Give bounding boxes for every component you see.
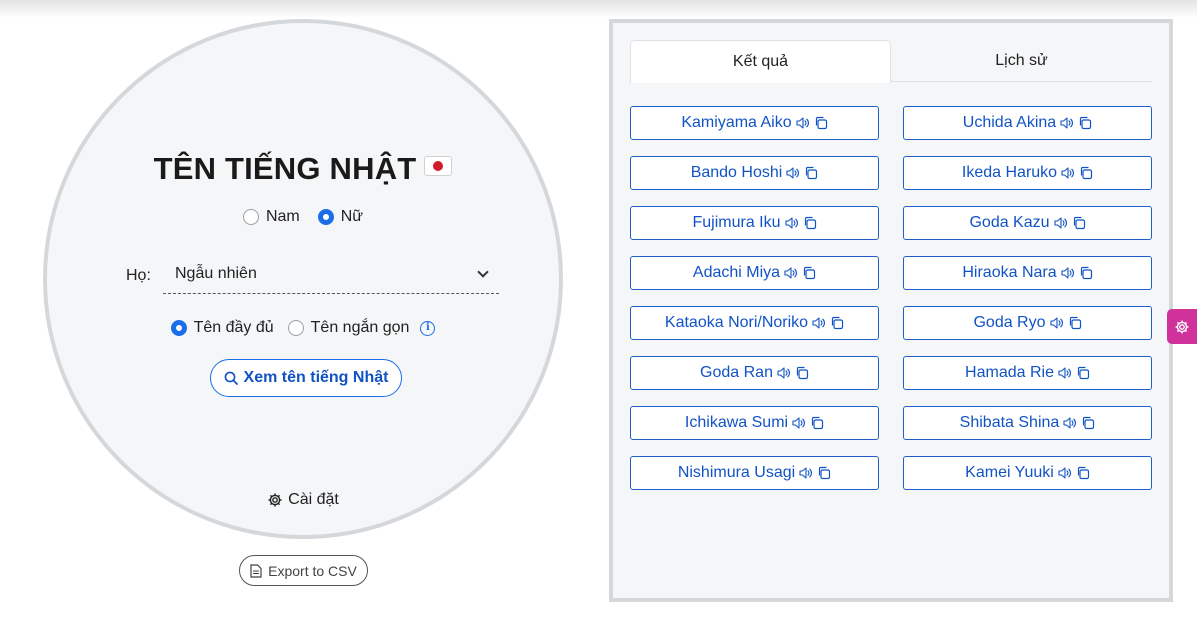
- speaker-icon[interactable]: [1060, 117, 1074, 129]
- copy-icon[interactable]: [1076, 366, 1090, 380]
- page-title: TÊN TIẾNG NHẬT: [47, 151, 559, 187]
- speaker-icon[interactable]: [792, 417, 806, 429]
- name-result-button[interactable]: Hamada Rie: [903, 356, 1152, 390]
- copy-icon[interactable]: [1072, 216, 1086, 230]
- copy-icon[interactable]: [810, 416, 824, 430]
- speaker-icon[interactable]: [812, 317, 826, 329]
- name-result-label: Ikeda Haruko: [961, 164, 1058, 181]
- gender-group: Nam Nữ: [47, 208, 559, 226]
- name-type-group: Tên đầy đủ Tên ngắn gọn i: [47, 319, 559, 337]
- copy-icon[interactable]: [1079, 266, 1093, 280]
- japan-flag-icon: [424, 156, 453, 176]
- copy-icon[interactable]: [1076, 466, 1090, 480]
- name-result-label: Goda Ran: [700, 364, 773, 381]
- speaker-icon[interactable]: [1058, 367, 1072, 379]
- copy-icon[interactable]: [814, 116, 828, 130]
- copy-icon[interactable]: [1078, 116, 1092, 130]
- generator-card: TÊN TIẾNG NHẬT Nam Nữ Họ: Ngẫu nhiên Tên…: [43, 19, 563, 539]
- radio-short-name[interactable]: [287, 320, 304, 336]
- name-result-button[interactable]: Goda Kazu: [903, 206, 1152, 240]
- name-result-label: Kamei Yuuki: [965, 464, 1054, 481]
- speaker-icon[interactable]: [1063, 417, 1077, 429]
- surname-label: Họ:: [126, 267, 151, 284]
- tab-history[interactable]: Lịch sử: [891, 40, 1152, 82]
- gender-option-female[interactable]: Nữ: [317, 208, 363, 226]
- speaker-icon[interactable]: [799, 467, 813, 479]
- info-icon[interactable]: i: [420, 320, 436, 336]
- radio-female[interactable]: [317, 209, 334, 225]
- name-result-label: Kataoka Nori/Noriko: [664, 314, 809, 331]
- radio-full-name[interactable]: [170, 320, 187, 336]
- name-result-label: Goda Ryo: [973, 314, 1046, 331]
- speaker-icon[interactable]: [796, 117, 810, 129]
- speaker-icon[interactable]: [1053, 217, 1068, 229]
- name-result-label: Kamiyama Aiko: [681, 114, 792, 131]
- gender-option-male[interactable]: Nam: [242, 208, 300, 226]
- name-type-full[interactable]: Tên đầy đủ: [170, 319, 274, 337]
- name-result-button[interactable]: Bando Hoshi: [630, 156, 879, 190]
- gear-icon: [1175, 320, 1189, 333]
- copy-icon[interactable]: [804, 166, 818, 180]
- name-result-label: Adachi Miya: [692, 264, 781, 281]
- name-result-label: Hamada Rie: [965, 364, 1054, 381]
- speaker-icon[interactable]: [1061, 267, 1075, 279]
- name-result-label: Hiraoka Nara: [962, 264, 1057, 281]
- copy-icon[interactable]: [830, 316, 844, 330]
- name-result-button[interactable]: Kataoka Nori/Noriko: [630, 306, 879, 340]
- speaker-icon[interactable]: [784, 267, 798, 279]
- copy-icon[interactable]: [1079, 166, 1093, 180]
- speaker-icon[interactable]: [784, 217, 799, 229]
- name-result-button[interactable]: Nishimura Usagi: [630, 456, 879, 490]
- copy-icon[interactable]: [802, 266, 816, 280]
- name-result-label: Goda Kazu: [969, 214, 1050, 231]
- tab-results[interactable]: Kết quả: [630, 40, 891, 83]
- name-result-label: Bando Hoshi: [690, 164, 783, 181]
- copy-icon[interactable]: [817, 466, 831, 480]
- speaker-icon[interactable]: [777, 367, 791, 379]
- name-result-label: Ichikawa Sumi: [684, 414, 789, 431]
- name-result-label: Nishimura Usagi: [677, 464, 796, 481]
- radio-male[interactable]: [242, 209, 259, 225]
- copy-icon[interactable]: [1068, 316, 1082, 330]
- name-result-button[interactable]: Uchida Akina: [903, 106, 1152, 140]
- copy-icon[interactable]: [803, 216, 817, 230]
- name-result-label: Uchida Akina: [962, 114, 1057, 131]
- name-result-button[interactable]: Fujimura Iku: [630, 206, 879, 240]
- settings-link[interactable]: Cài đặt: [47, 491, 559, 509]
- name-result-button[interactable]: Ikeda Haruko: [903, 156, 1152, 190]
- name-result-label: Shibata Shina: [959, 414, 1060, 431]
- top-shadow: [0, 0, 1197, 18]
- chevron-down-icon: [477, 266, 489, 278]
- surname-select[interactable]: Ngẫu nhiên: [163, 259, 499, 294]
- speaker-icon[interactable]: [1058, 467, 1072, 479]
- name-result-button[interactable]: Adachi Miya: [630, 256, 879, 290]
- search-icon: [224, 371, 238, 385]
- view-japanese-name-button[interactable]: Xem tên tiếng Nhật: [210, 359, 402, 397]
- speaker-icon[interactable]: [786, 167, 800, 179]
- copy-icon[interactable]: [795, 366, 809, 380]
- file-icon: [250, 563, 262, 578]
- name-result-button[interactable]: Hiraoka Nara: [903, 256, 1152, 290]
- results-tabs: Kết quả Lịch sử: [630, 40, 1152, 83]
- side-settings-tab[interactable]: [1167, 309, 1197, 344]
- name-result-button[interactable]: Kamiyama Aiko: [630, 106, 879, 140]
- results-panel: Kết quả Lịch sử Kamiyama Aiko Uchida Akin…: [609, 19, 1173, 602]
- name-result-label: Fujimura Iku: [692, 214, 781, 231]
- speaker-icon[interactable]: [1061, 167, 1075, 179]
- speaker-icon[interactable]: [1049, 317, 1064, 329]
- name-result-button[interactable]: Kamei Yuuki: [903, 456, 1152, 490]
- export-csv-button[interactable]: Export to CSV: [239, 555, 368, 586]
- copy-icon[interactable]: [1081, 416, 1095, 430]
- name-type-short[interactable]: Tên ngắn gọn i: [287, 319, 436, 337]
- name-result-button[interactable]: Goda Ryo: [903, 306, 1152, 340]
- gear-icon: [268, 493, 282, 507]
- name-result-button[interactable]: Goda Ran: [630, 356, 879, 390]
- name-result-button[interactable]: Ichikawa Sumi: [630, 406, 879, 440]
- name-result-button[interactable]: Shibata Shina: [903, 406, 1152, 440]
